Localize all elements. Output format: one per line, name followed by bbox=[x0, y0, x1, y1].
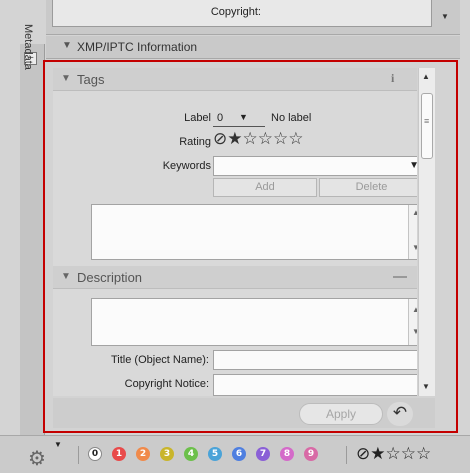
scroll-down-arrow-icon[interactable]: ▼ bbox=[411, 243, 417, 252]
color-label-3[interactable]: 3 bbox=[160, 447, 174, 461]
star-icon[interactable]: ☆ bbox=[243, 129, 258, 149]
delete-button[interactable]: Delete bbox=[319, 178, 417, 197]
copyright-strip: Copyright: ▼ bbox=[46, 0, 460, 35]
color-label-8[interactable]: 8 bbox=[280, 447, 294, 461]
xmp-section-title: XMP/IPTC Information bbox=[77, 40, 198, 54]
star-icon[interactable]: ☆ bbox=[288, 129, 303, 149]
title-object-field[interactable] bbox=[213, 350, 417, 370]
star-icon[interactable]: ☆ bbox=[416, 444, 431, 464]
scroll-up-arrow-icon[interactable]: ▲ bbox=[411, 305, 417, 314]
metadata-scrollbar[interactable]: ▲ ≡ ▼ bbox=[418, 68, 435, 396]
divider bbox=[346, 446, 347, 464]
star-icon[interactable]: ★ bbox=[227, 129, 242, 149]
color-label-0[interactable]: 0 bbox=[88, 447, 102, 461]
scroll-up-arrow-icon[interactable]: ▲ bbox=[411, 208, 417, 217]
keywords-list-scrollbar[interactable]: ▲ ▼ bbox=[408, 205, 417, 259]
star-icon[interactable]: ☆ bbox=[258, 129, 273, 149]
scroll-down-arrow-icon[interactable]: ▼ bbox=[422, 382, 430, 391]
copyright-notice-field[interactable] bbox=[213, 374, 417, 396]
scroll-down-arrow-icon[interactable]: ▼ bbox=[441, 12, 449, 21]
tags-section-header[interactable]: ▼ Tags i bbox=[53, 68, 417, 91]
no-rating-icon[interactable]: ⊘ bbox=[213, 129, 227, 149]
side-tab-label: Metadata bbox=[22, 24, 34, 70]
revert-icon[interactable]: ↶ bbox=[387, 402, 413, 426]
color-label-6[interactable]: 6 bbox=[232, 447, 246, 461]
color-label-5[interactable]: 5 bbox=[208, 447, 222, 461]
gear-icon[interactable]: ⚙ bbox=[28, 446, 46, 471]
star-icon[interactable]: ☆ bbox=[386, 444, 401, 464]
metadata-panel-frame: ▼ Tags i Label 0 ▼ No label Rating ⊘★☆☆☆… bbox=[43, 60, 458, 433]
label-text: No label bbox=[271, 112, 312, 124]
keywords-label: Keywords bbox=[162, 160, 211, 172]
rating-stars[interactable]: ⊘★☆☆☆☆ bbox=[213, 129, 304, 149]
minimize-icon[interactable] bbox=[393, 276, 407, 278]
scroll-up-arrow-icon[interactable]: ▲ bbox=[422, 72, 430, 81]
caret-down-icon[interactable]: ▼ bbox=[54, 440, 62, 449]
keywords-combobox[interactable]: ▼ bbox=[213, 156, 417, 176]
description-scrollbar[interactable]: ▲ ▼ bbox=[408, 299, 417, 345]
disclosure-triangle-icon[interactable]: ▼ bbox=[61, 271, 71, 282]
label-dropdown[interactable]: 0 ▼ bbox=[213, 110, 265, 127]
divider bbox=[78, 446, 79, 464]
star-icon[interactable]: ★ bbox=[370, 444, 385, 464]
color-label-1[interactable]: 1 bbox=[112, 447, 126, 461]
label-dropdown-value: 0 bbox=[217, 112, 224, 124]
color-label-2[interactable]: 2 bbox=[136, 447, 150, 461]
metadata-side-tab[interactable]: – bbox=[20, 44, 45, 444]
description-section-header[interactable]: ▼ Description bbox=[53, 266, 417, 289]
bottom-toolbar: ⚙ ▼ 0123456789 ⊘★☆☆☆ bbox=[0, 435, 470, 473]
description-section-title: Description bbox=[77, 270, 143, 285]
star-icon[interactable]: ☆ bbox=[273, 129, 288, 149]
apply-bar: Apply ↶ bbox=[53, 398, 435, 428]
metadata-scroll-content: ▼ Tags i Label 0 ▼ No label Rating ⊘★☆☆☆… bbox=[53, 68, 417, 396]
color-label-9[interactable]: 9 bbox=[304, 447, 318, 461]
scrollbar-thumb[interactable]: ≡ bbox=[421, 93, 433, 159]
title-object-label: Title (Object Name): bbox=[110, 354, 209, 366]
label-label: Label bbox=[184, 112, 211, 124]
color-label-4[interactable]: 4 bbox=[184, 447, 198, 461]
bottom-rating-stars[interactable]: ⊘★☆☆☆ bbox=[356, 444, 431, 464]
info-icon[interactable]: i bbox=[391, 71, 394, 86]
tags-section-title: Tags bbox=[77, 72, 105, 87]
dropdown-arrow-icon[interactable]: ▼ bbox=[239, 112, 248, 122]
copyright-notice-label: Copyright Notice: bbox=[124, 378, 209, 390]
grip-icon: ≡ bbox=[424, 116, 430, 126]
keywords-list[interactable]: ▲ ▼ bbox=[91, 204, 417, 260]
scroll-down-arrow-icon[interactable]: ▼ bbox=[411, 327, 417, 336]
color-label-7[interactable]: 7 bbox=[256, 447, 270, 461]
no-rating-icon[interactable]: ⊘ bbox=[356, 444, 370, 464]
disclosure-triangle-icon[interactable]: ▼ bbox=[61, 73, 71, 84]
copyright-field-row: Copyright: bbox=[52, 0, 432, 27]
description-text-area[interactable]: ▲ ▼ bbox=[91, 298, 417, 346]
copyright-label: Copyright: bbox=[210, 6, 261, 18]
disclosure-triangle-icon[interactable]: ▼ bbox=[62, 40, 72, 51]
side-tab-label-wrap: Metadata bbox=[18, 24, 38, 104]
add-button[interactable]: Add bbox=[213, 178, 317, 197]
apply-button[interactable]: Apply bbox=[299, 403, 383, 425]
rating-label: Rating bbox=[179, 136, 211, 148]
xmp-section-header[interactable]: ▼ XMP/IPTC Information bbox=[46, 36, 460, 59]
dropdown-arrow-icon[interactable]: ▼ bbox=[409, 160, 417, 171]
star-icon[interactable]: ☆ bbox=[401, 444, 416, 464]
